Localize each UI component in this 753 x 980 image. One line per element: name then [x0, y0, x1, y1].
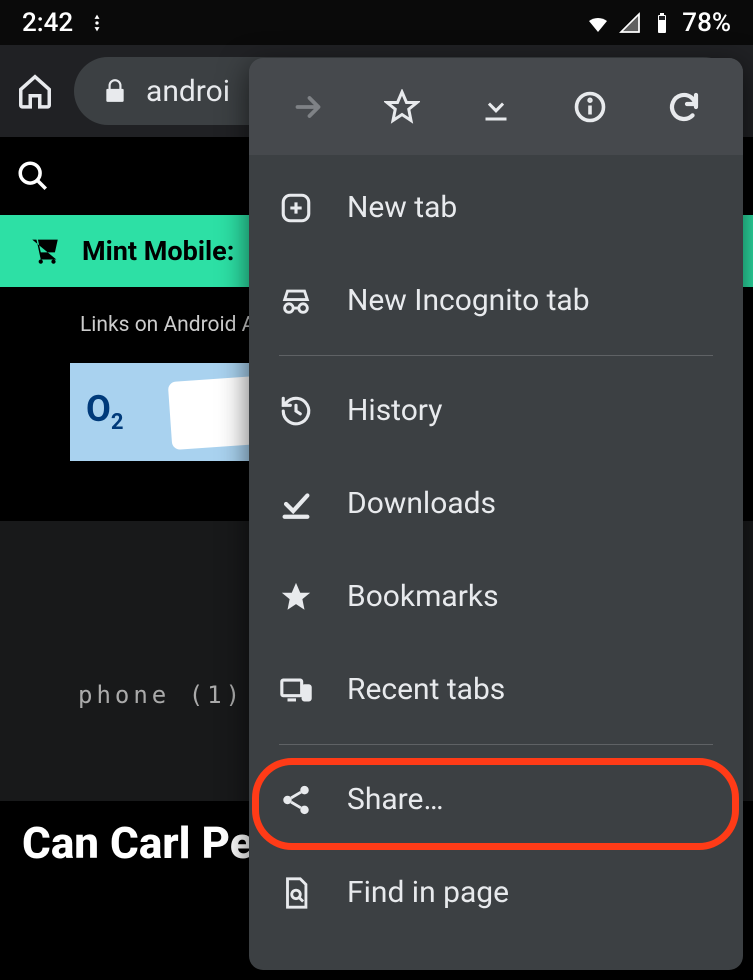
- menu-divider: [279, 744, 713, 745]
- wifi-icon: [586, 11, 610, 35]
- devices-icon: [279, 673, 313, 707]
- menu-label: Recent tabs: [347, 672, 505, 707]
- menu-label: New Incognito tab: [347, 283, 590, 318]
- app-indicator-icon: [87, 13, 107, 33]
- page-info-button[interactable]: [560, 77, 620, 137]
- new-tab-icon: [279, 191, 313, 225]
- share-icon: [279, 783, 313, 817]
- menu-item-find-in-page[interactable]: Find in page: [249, 846, 743, 939]
- star-outline-icon: [384, 89, 420, 125]
- cart-icon: [28, 234, 62, 268]
- incognito-icon: [279, 284, 313, 318]
- download-icon: [478, 89, 514, 125]
- menu-label: New tab: [347, 190, 457, 225]
- battery-percent: 78%: [682, 8, 731, 38]
- menu-item-new-tab[interactable]: New tab: [249, 161, 743, 254]
- reload-button[interactable]: [654, 77, 714, 137]
- status-bar: 2:42 78%: [0, 0, 753, 45]
- history-icon: [279, 394, 313, 428]
- overflow-menu: New tab New Incognito tab History Downlo…: [249, 58, 743, 970]
- menu-item-recent-tabs[interactable]: Recent tabs: [249, 643, 743, 736]
- menu-label: Share…: [347, 782, 444, 817]
- info-icon: [572, 89, 608, 125]
- lock-icon: [102, 78, 128, 104]
- bookmark-page-button[interactable]: [372, 77, 432, 137]
- cellular-icon: [618, 11, 642, 35]
- home-icon[interactable]: [16, 72, 54, 110]
- menu-item-bookmarks[interactable]: Bookmarks: [249, 550, 743, 643]
- download-page-button[interactable]: [466, 77, 526, 137]
- battery-icon: [650, 11, 674, 35]
- menu-icon-row: [249, 58, 743, 155]
- status-time: 2:42: [22, 8, 73, 38]
- promo-text: Mint Mobile:: [82, 235, 234, 267]
- menu-item-incognito[interactable]: New Incognito tab: [249, 254, 743, 347]
- star-filled-icon: [279, 580, 313, 614]
- reload-icon: [666, 89, 702, 125]
- menu-item-history[interactable]: History: [249, 364, 743, 457]
- search-icon[interactable]: [16, 159, 50, 193]
- ad-brand: O2: [86, 388, 123, 435]
- menu-label: Bookmarks: [347, 579, 499, 614]
- url-text: androi: [146, 74, 230, 109]
- menu-label: Find in page: [347, 875, 509, 910]
- menu-item-downloads[interactable]: Downloads: [249, 457, 743, 550]
- arrow-forward-icon: [290, 89, 326, 125]
- menu-label: Downloads: [347, 486, 496, 521]
- find-in-page-icon: [279, 876, 313, 910]
- menu-label: History: [347, 393, 442, 428]
- checkmark-underline-icon: [279, 487, 313, 521]
- menu-divider: [279, 355, 713, 356]
- ad-banner[interactable]: O2: [70, 363, 250, 461]
- forward-button: [278, 77, 338, 137]
- menu-item-share[interactable]: Share…: [249, 753, 743, 846]
